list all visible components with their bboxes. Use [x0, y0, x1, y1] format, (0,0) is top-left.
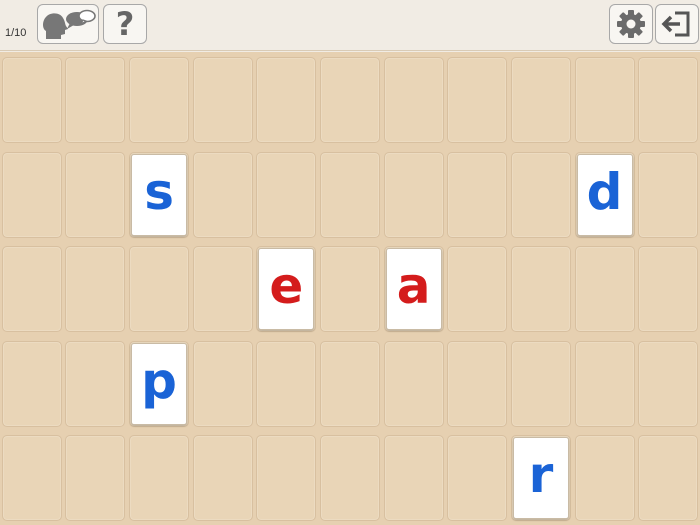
board-cell[interactable] — [447, 57, 508, 143]
top-toolbar: 1/10 ? — [0, 0, 700, 51]
letter-tile-label: d — [586, 162, 623, 221]
letter-tile-label: p — [141, 351, 177, 410]
board-cell[interactable] — [638, 57, 699, 143]
board-cell[interactable] — [1, 57, 62, 143]
board-cell[interactable] — [638, 151, 699, 238]
exit-arrow-icon — [661, 11, 690, 37]
board-cell[interactable] — [383, 340, 444, 427]
board-cell[interactable] — [192, 151, 253, 238]
board-cell[interactable] — [510, 340, 571, 427]
board-cell[interactable] — [129, 246, 190, 333]
board-cell[interactable] — [383, 151, 444, 238]
letter-tile-e[interactable]: e — [258, 248, 315, 331]
letter-tile-label: r — [528, 446, 554, 505]
board-cell[interactable] — [256, 151, 317, 238]
board-cell[interactable] — [638, 435, 699, 522]
board-cell[interactable] — [320, 435, 380, 522]
board-cell[interactable] — [256, 435, 317, 522]
board-cell[interactable] — [65, 151, 126, 238]
board-cell[interactable] — [65, 340, 126, 427]
letter-tile-r[interactable]: r — [512, 437, 569, 520]
board-cell[interactable] — [129, 57, 190, 143]
board-cell[interactable] — [447, 151, 508, 238]
board-cell[interactable] — [320, 340, 380, 427]
board-cell[interactable] — [447, 435, 508, 522]
letter-tile-s[interactable]: s — [131, 153, 188, 236]
board-cell[interactable] — [510, 246, 571, 333]
board-cell[interactable] — [256, 340, 317, 427]
gear-icon — [617, 10, 645, 38]
board-cell[interactable] — [65, 57, 126, 143]
board-cell[interactable] — [574, 340, 635, 427]
letter-tile-d[interactable]: d — [576, 153, 633, 236]
board-cell[interactable] — [320, 246, 380, 333]
letter-tile-p[interactable]: p — [131, 342, 188, 425]
board-cell[interactable] — [447, 340, 508, 427]
letter-tile-label: a — [396, 257, 431, 316]
speak-button[interactable] — [37, 4, 99, 44]
speaking-heads-icon — [43, 9, 96, 39]
board-cell[interactable] — [574, 57, 635, 143]
board-cell[interactable] — [638, 246, 699, 333]
board-cell[interactable] — [256, 57, 317, 143]
board-cell[interactable] — [1, 151, 62, 238]
board-cell[interactable] — [447, 246, 508, 333]
board-cell[interactable] — [1, 435, 62, 522]
letter-tile-a[interactable]: a — [385, 248, 442, 331]
board-cell[interactable] — [320, 57, 380, 143]
board-cell[interactable] — [383, 435, 444, 522]
letter-tile-label: e — [269, 257, 304, 316]
settings-button[interactable] — [609, 4, 653, 44]
board-cell[interactable] — [65, 246, 126, 333]
board-cell[interactable] — [129, 435, 190, 522]
board-cell[interactable] — [383, 57, 444, 143]
board-cell[interactable] — [320, 151, 380, 238]
board-cell[interactable] — [638, 340, 699, 427]
board-cell[interactable] — [192, 340, 253, 427]
board-cell[interactable] — [510, 151, 571, 238]
progress-counter: 1/10 — [5, 27, 27, 39]
board-cell[interactable] — [1, 340, 62, 427]
board-cell[interactable] — [574, 435, 635, 522]
letter-tile-label: s — [144, 162, 174, 221]
board-cell[interactable] — [192, 246, 253, 333]
board-cell[interactable] — [574, 246, 635, 333]
exit-button[interactable] — [655, 4, 699, 44]
board-cell[interactable] — [1, 246, 62, 333]
board-cell[interactable] — [192, 435, 253, 522]
board-cell[interactable] — [65, 435, 126, 522]
board-cell[interactable] — [510, 57, 571, 143]
help-button[interactable]: ? — [103, 4, 147, 44]
letter-board: s d e a p r — [0, 52, 700, 525]
question-mark-icon: ? — [115, 5, 135, 43]
board-cell[interactable] — [192, 57, 253, 143]
